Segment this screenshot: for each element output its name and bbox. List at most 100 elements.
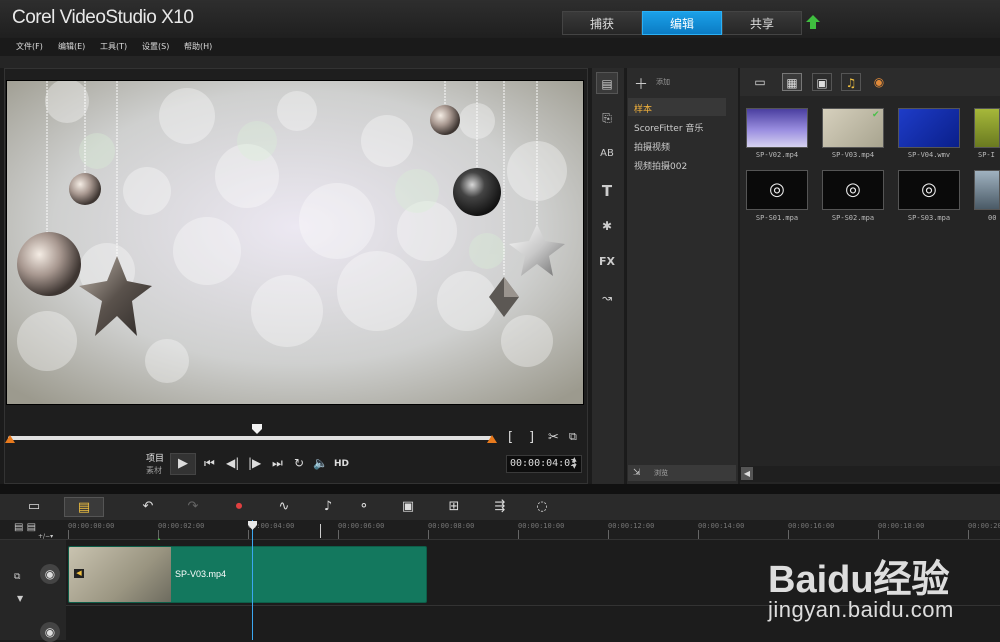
add-remove-chapter-icon[interactable]: +/−▾ <box>38 533 53 540</box>
playhead-line[interactable] <box>252 520 253 640</box>
baidu-watermark-logo: Baidu经验 <box>768 559 950 601</box>
undo-icon[interactable]: ↶ <box>136 497 160 517</box>
subtitle-editor-icon[interactable]: ▣ <box>396 497 420 517</box>
check-icon: ✔ <box>872 110 880 120</box>
folder-item-captured-video[interactable]: 拍摄视频 <box>634 140 670 153</box>
folder-icon[interactable]: ▭ <box>750 73 770 91</box>
media-label: SP-V02.mp4 <box>755 151 799 159</box>
media-thumb-video[interactable] <box>746 108 808 148</box>
add-folder-icon[interactable]: ＋ <box>634 74 648 94</box>
folder-item-scorefitter[interactable]: ScoreFitter 音乐 <box>634 121 703 134</box>
timeline-clip[interactable]: ◀ SP-V03.mp4 <box>68 546 427 603</box>
sound-mixer-icon[interactable]: ∿ <box>272 497 296 517</box>
media-icon[interactable]: ▤ <box>596 72 618 94</box>
auto-music-icon[interactable]: ♪ <box>316 497 340 517</box>
ruler-tick: 00:00:18:00 <box>878 522 925 530</box>
end-icon[interactable]: ⏭ <box>272 456 283 471</box>
play-icon[interactable]: ▶ <box>170 453 196 475</box>
media-thumb-video[interactable] <box>974 170 1000 210</box>
video-preview[interactable] <box>6 80 584 405</box>
ruler-tick: 00:00:12:00 <box>608 522 655 530</box>
mode-clip[interactable]: 素材 <box>146 465 162 476</box>
storyboard-view-icon[interactable]: ▭ <box>22 497 46 517</box>
ruler-tick: 00:00:06:00 <box>338 522 385 530</box>
video-track-icon[interactable]: ◉ <box>40 564 60 584</box>
scroll-left-icon[interactable]: ◀ <box>741 467 753 480</box>
scrubber-handle[interactable] <box>252 424 262 434</box>
folder-item-sample[interactable]: 样本 <box>634 102 652 115</box>
menu-edit[interactable]: 编辑(E) <box>58 41 85 52</box>
time-remapping-icon[interactable]: ⇶ <box>488 497 512 517</box>
motion-tracking-icon[interactable]: ⚬ <box>352 497 376 517</box>
mark-out-button[interactable]: ] <box>529 430 534 445</box>
title-icon[interactable]: T <box>596 180 618 202</box>
ruler-tick: 00:00:00:00 <box>68 522 115 530</box>
sort-icon[interactable]: ◉ <box>869 73 889 91</box>
redo-icon[interactable]: ↷ <box>181 497 205 517</box>
volume-icon[interactable]: 🔈 <box>313 456 328 470</box>
instant-project-icon[interactable]: ⎘ <box>596 107 618 129</box>
media-thumb-video[interactable] <box>898 108 960 148</box>
tab-edit[interactable]: 编辑 <box>642 11 722 35</box>
trim-start-marker[interactable] <box>5 435 15 443</box>
upload-icon[interactable] <box>805 14 821 30</box>
path-icon[interactable]: ↝ <box>596 287 618 309</box>
mode-project[interactable]: 项目 <box>146 451 164 464</box>
multi-camera-icon[interactable]: ⊞ <box>442 497 466 517</box>
show-photo-icon[interactable]: ▣ <box>812 73 832 91</box>
playhead-handle[interactable] <box>248 521 257 530</box>
show-video-icon[interactable]: ▦ <box>782 73 802 91</box>
media-label: SP-S01.mpa <box>755 214 799 222</box>
transition-icon[interactable]: AB <box>596 143 618 165</box>
show-audio-icon[interactable]: ♫ <box>841 73 861 91</box>
home-icon[interactable]: ⏮ <box>204 456 215 471</box>
library-toolbar <box>592 68 624 484</box>
media-label: 00 <box>988 214 997 222</box>
clip-thumbnail <box>69 547 171 602</box>
zoom-fit-icon[interactable]: ◌ <box>530 497 554 517</box>
ruler-tick: 00:00:08:00 <box>428 522 475 530</box>
tab-capture[interactable]: 捕获 <box>562 11 642 35</box>
trim-end-marker[interactable] <box>487 435 497 443</box>
separator <box>0 56 1000 68</box>
graphic-icon[interactable]: ✱ <box>596 215 618 237</box>
scrub-bar[interactable] <box>8 436 492 440</box>
folder-item-video-capture-002[interactable]: 视频拍摄002 <box>634 159 687 172</box>
previous-frame-icon[interactable]: ◀| <box>226 456 239 470</box>
audio-file-icon[interactable]: ◎ <box>898 170 960 210</box>
media-thumb-image[interactable] <box>974 108 1000 148</box>
chevron-down-icon[interactable]: ▼ <box>17 594 23 603</box>
filter-fx-icon[interactable]: FX <box>596 251 618 273</box>
menu-settings[interactable]: 设置(S) <box>142 41 169 52</box>
browse-icon: ⇲ <box>633 468 641 478</box>
audio-file-icon[interactable]: ◎ <box>746 170 808 210</box>
next-frame-icon[interactable]: |▶ <box>248 456 261 470</box>
mark-in-button[interactable]: [ <box>508 430 513 445</box>
tab-share[interactable]: 共享 <box>722 11 802 35</box>
hd-button[interactable]: HD <box>334 459 349 469</box>
repeat-icon[interactable]: ↻ <box>294 456 304 470</box>
overlay-track-icon[interactable]: ◉ <box>40 622 60 642</box>
timecode-display[interactable]: 00:00:04:03 <box>506 455 582 473</box>
browse-button[interactable]: 浏览 <box>628 465 736 481</box>
audio-icon: ◀ <box>74 569 84 578</box>
clip-name: SP-V03.mp4 <box>175 569 227 579</box>
track-manager-icon[interactable]: ▤ ▤ <box>14 522 36 533</box>
media-label: SP-V04.wmv <box>907 151 951 159</box>
timecode-stepper-icon[interactable]: ▲ ▼ <box>572 456 577 470</box>
ruler-tick: 00:00:20:00 <box>968 522 1000 530</box>
menu-file[interactable]: 文件(F) <box>16 41 43 52</box>
ruler-tick: 00:00:10:00 <box>518 522 565 530</box>
scissors-icon[interactable]: ✂ <box>548 430 559 445</box>
enlarge-icon[interactable]: ⧉ <box>569 430 577 444</box>
menu-help[interactable]: 帮助(H) <box>184 41 212 52</box>
media-label: SP-S03.mpa <box>907 214 951 222</box>
timeline-view-icon[interactable]: ▤ <box>64 497 104 517</box>
timeline-ruler[interactable] <box>0 520 1000 540</box>
horizontal-scrollbar[interactable] <box>740 466 1000 482</box>
add-folder-label[interactable]: 添加 <box>656 77 670 87</box>
audio-file-icon[interactable]: ◎ <box>822 170 884 210</box>
ripple-editing-icon[interactable]: ⧉ <box>14 572 20 582</box>
record-capture-icon[interactable]: ⏺ <box>227 497 251 517</box>
menu-tools[interactable]: 工具(T) <box>100 41 127 52</box>
